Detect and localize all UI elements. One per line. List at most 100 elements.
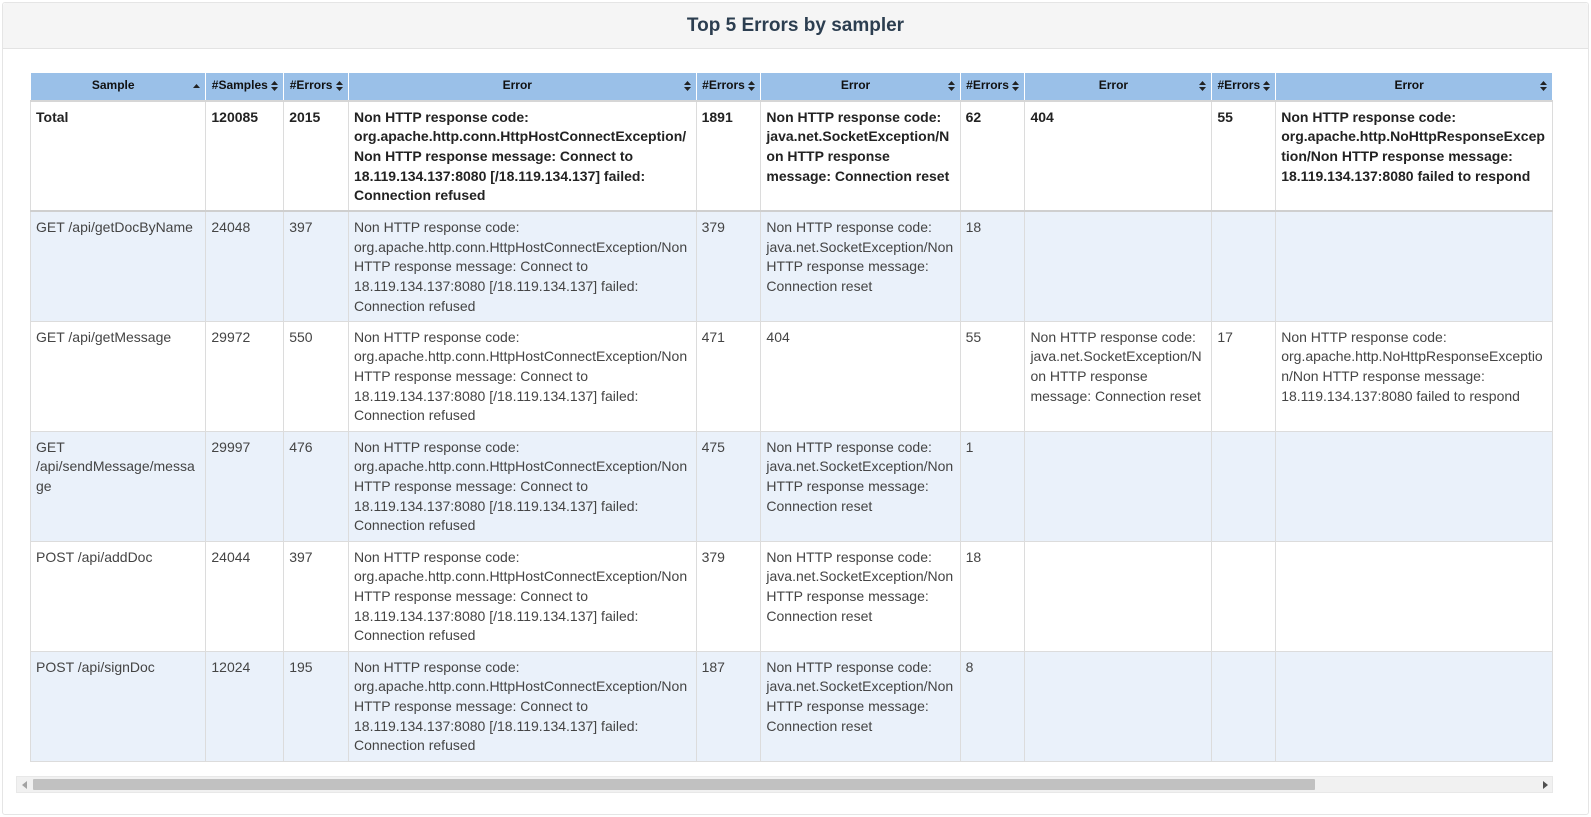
- column-header-0[interactable]: Sample: [30, 72, 207, 102]
- table-cell: 24048: [205, 210, 285, 322]
- table-row: GET /api/getMessage 29972 550 Non HTTP resp…: [30, 320, 1553, 432]
- table-cell: GET /api/getDocByName: [30, 210, 207, 322]
- table-cell: Non HTTP response code: java.net.SocketE…: [1024, 320, 1213, 432]
- column-header-label: Error: [1394, 78, 1424, 93]
- arrow-left-icon: [21, 776, 28, 794]
- table-cell: 475: [695, 430, 762, 542]
- table-body: Total 120085 2015 Non HTTP response code: o…: [30, 100, 1553, 762]
- table-row: POST /api/addDoc 24044 397 Non HTTP respons…: [30, 540, 1553, 652]
- table-cell: [1275, 210, 1553, 322]
- panel-heading: Top 5 Errors by sampler: [3, 3, 1588, 49]
- scroll-right-button[interactable]: [1537, 777, 1552, 792]
- table-cell: 471: [695, 320, 762, 432]
- table-cell: 476: [283, 430, 350, 542]
- sort-both-icon: [1540, 81, 1547, 92]
- table-cell: [1275, 540, 1553, 652]
- header-row: Sample #Samples #Errors Error #Errors Error #E…: [30, 72, 1553, 102]
- horizontal-scrollbar[interactable]: [16, 776, 1553, 793]
- table-cell: 62: [959, 100, 1026, 213]
- table-cell: Non HTTP response code: org.apache.http.…: [348, 650, 697, 762]
- table-cell: Non HTTP response code: org.apache.http.…: [348, 430, 697, 542]
- column-header-6[interactable]: #Errors: [959, 72, 1026, 102]
- column-header-7[interactable]: Error: [1024, 72, 1213, 102]
- column-header-label: #Errors: [702, 78, 745, 93]
- arrow-right-icon: [1542, 776, 1548, 794]
- table-cell: 187: [695, 650, 762, 762]
- table-cell: GET /api/sendMessage/message: [30, 430, 207, 542]
- table-cell: 397: [283, 540, 350, 652]
- sort-ascending-icon: [193, 81, 201, 91]
- table-cell: 18: [959, 540, 1026, 652]
- table-viewport: Sample #Samples #Errors Error #Errors Error #E…: [30, 72, 1553, 762]
- column-header-label: #Errors: [966, 78, 1009, 93]
- table-cell: [1024, 210, 1213, 322]
- sort-both-icon: [683, 81, 691, 92]
- table-cell: 397: [283, 210, 350, 322]
- sort-both-icon: [336, 81, 344, 92]
- table-cell: 55: [1211, 100, 1277, 213]
- column-header-label: Error: [502, 78, 532, 93]
- table-cell: 24044: [205, 540, 285, 652]
- table-cell: Total: [30, 100, 207, 213]
- table-cell: 29972: [205, 320, 285, 432]
- table-cell: Non HTTP response code: java.net.SocketE…: [760, 100, 961, 213]
- table-row: GET /api/getDocByName 24048 397 Non HTTP re…: [30, 210, 1553, 322]
- table-cell: 18: [959, 210, 1026, 322]
- table-cell: 8: [959, 650, 1026, 762]
- table-cell: 404: [1024, 100, 1213, 213]
- table-cell: [1024, 430, 1213, 542]
- sort-both-icon: [748, 81, 756, 92]
- panel-title: Top 5 Errors by sampler: [686, 14, 905, 36]
- column-header-label: Sample: [91, 78, 135, 93]
- column-header-4[interactable]: #Errors: [695, 72, 762, 102]
- scroll-left-button[interactable]: [17, 777, 32, 792]
- table-cell: 55: [959, 320, 1026, 432]
- table-cell: [1275, 430, 1553, 542]
- table-cell: Non HTTP response code: org.apache.http.…: [348, 100, 697, 213]
- sort-both-icon: [271, 81, 279, 92]
- column-header-1[interactable]: #Samples: [205, 72, 285, 102]
- table-cell: Non HTTP response code: org.apache.http.…: [348, 540, 697, 652]
- table-cell: 195: [283, 650, 350, 762]
- table-cell: 17: [1211, 320, 1277, 432]
- column-header-label: #Samples: [211, 78, 268, 93]
- column-header-label: Error: [840, 78, 871, 93]
- table-cell: Non HTTP response code: org.apache.http.…: [1275, 100, 1553, 213]
- table-cell: POST /api/addDoc: [30, 540, 207, 652]
- column-header-3[interactable]: Error: [348, 72, 697, 102]
- table-cell: Non HTTP response code: org.apache.http.…: [1275, 320, 1553, 432]
- table-cell: 29997: [205, 430, 285, 542]
- table-cell: 404: [760, 320, 961, 432]
- table-cell: 120085: [205, 100, 285, 213]
- table-cell: 1: [959, 430, 1026, 542]
- table-cell: [1211, 210, 1277, 322]
- table-cell: [1211, 650, 1277, 762]
- table-cell: 550: [283, 320, 350, 432]
- table-cell: Non HTTP response code: java.net.SocketE…: [760, 540, 961, 652]
- column-header-2[interactable]: #Errors: [283, 72, 350, 102]
- column-header-8[interactable]: #Errors: [1211, 72, 1277, 102]
- table-cell: 1891: [695, 100, 762, 213]
- column-header-5[interactable]: Error: [760, 72, 961, 102]
- column-header-9[interactable]: Error: [1275, 72, 1553, 102]
- table-row: POST /api/signDoc 12024 195 Non HTTP respon…: [30, 650, 1553, 762]
- table-cell: Non HTTP response code: java.net.SocketE…: [760, 210, 961, 322]
- table-cell: 379: [695, 540, 762, 652]
- table-cell: [1211, 540, 1277, 652]
- table-cell: 2015: [283, 100, 350, 213]
- table-cell: 379: [695, 210, 762, 322]
- table-cell: 12024: [205, 650, 285, 762]
- table-cell: [1211, 430, 1277, 542]
- column-header-label: Error: [1098, 78, 1129, 93]
- table-cell: Non HTTP response code: org.apache.http.…: [348, 320, 697, 432]
- sort-both-icon: [947, 81, 955, 92]
- table-cell: [1024, 540, 1213, 652]
- table-cell: Non HTTP response code: org.apache.http.…: [348, 210, 697, 322]
- table-cell: POST /api/signDoc: [30, 650, 207, 762]
- table-cell: [1275, 650, 1553, 762]
- scrollbar-thumb[interactable]: [33, 779, 1315, 790]
- sort-both-icon: [1263, 81, 1271, 92]
- table-cell: [1024, 650, 1213, 762]
- table-cell: GET /api/getMessage: [30, 320, 207, 432]
- total-row: Total 120085 2015 Non HTTP response code: o…: [30, 100, 1553, 213]
